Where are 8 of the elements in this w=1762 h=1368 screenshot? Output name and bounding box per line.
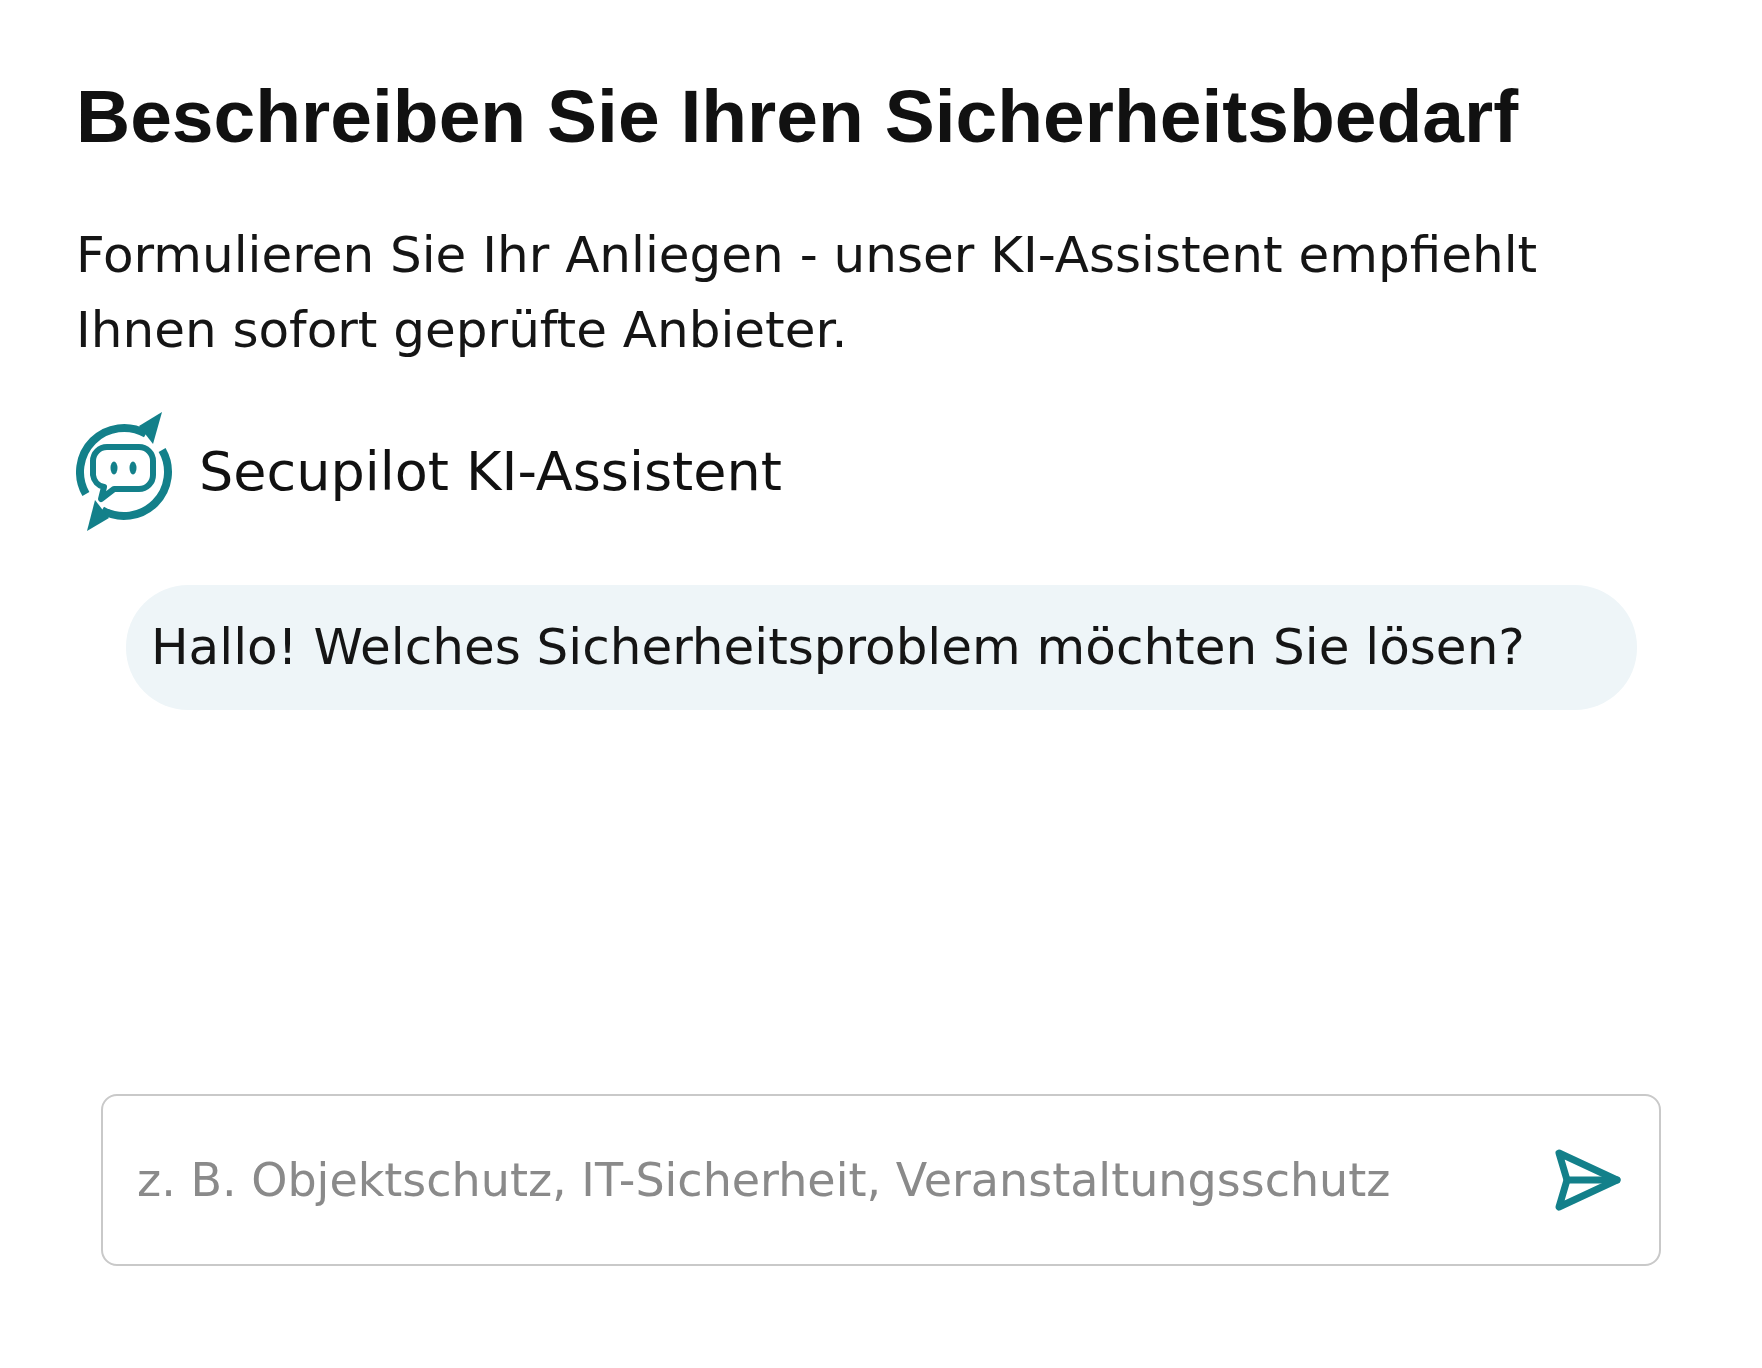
page-title: Beschreiben Sie Ihren Sicherheitsbedarf xyxy=(76,73,1519,159)
chat-bot-logo-icon xyxy=(76,411,173,532)
assistant-name: Secupilot KI-Assistent xyxy=(199,439,782,504)
send-button[interactable] xyxy=(1554,1148,1622,1212)
page-description: Formulieren Sie Ihr Anliegen - unser KI-Assistent empfiehlt Ihnen sofort geprüfte Anbieter. xyxy=(76,225,1539,361)
assistant-message: Hallo! Welches Sicherheitsproblem möchten Sie lösen? xyxy=(126,585,1637,710)
message-input[interactable]: z. B. Objektschutz, IT-Sicherheit, Veranstaltungsschutz xyxy=(101,1094,1661,1266)
send-icon xyxy=(1554,1148,1622,1212)
